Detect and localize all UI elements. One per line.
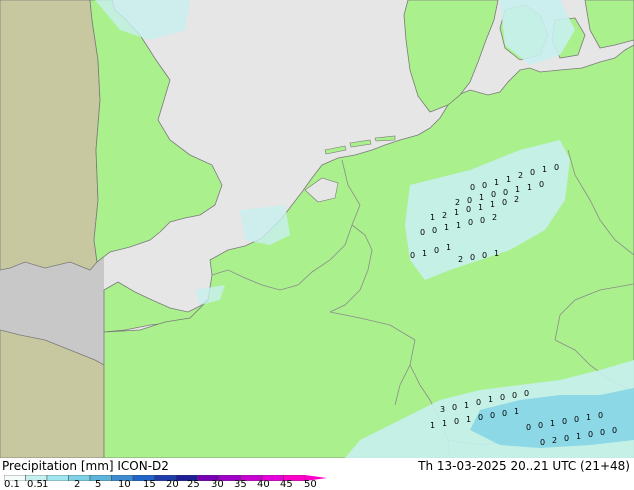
grid-value-label: 1 [422, 249, 427, 258]
grid-value-label: 0 [466, 205, 471, 214]
colorbar-tick-label: 50 [304, 479, 317, 490]
grid-value-label: 0 [490, 411, 495, 420]
grid-value-label: 1 [506, 175, 511, 184]
grid-value-label: 0 [540, 438, 545, 447]
grid-value-label: 2 [442, 211, 447, 220]
grid-value-label: 0 [502, 409, 507, 418]
grid-value-label: 0 [530, 168, 535, 177]
grid-value-label: 0 [554, 163, 559, 172]
colorbar-tick-label: 5 [95, 479, 102, 490]
grid-value-label: 0 [491, 190, 496, 199]
grid-value-label: 1 [479, 193, 484, 202]
grid-value-label: 1 [466, 415, 471, 424]
colorbar-tick-label: 25 [187, 479, 200, 490]
grid-value-label: 0 [598, 411, 603, 420]
colorbar-tick-label: 2 [74, 479, 81, 490]
grid-value-label: 2 [458, 255, 463, 264]
grid-value-label: 3 [440, 405, 445, 414]
grid-value-label: 1 [586, 413, 591, 422]
grid-value-label: 0 [452, 403, 457, 412]
colorbar-segment [46, 475, 69, 481]
grid-value-label: 0 [526, 423, 531, 432]
grid-value-label: 0 [420, 228, 425, 237]
grid-value-label: 1 [488, 395, 493, 404]
grid-value-label: 0 [476, 398, 481, 407]
grid-value-label: 1 [430, 421, 435, 430]
grid-value-label: 1 [490, 200, 495, 209]
grid-value-label: 2 [514, 195, 519, 204]
grid-value-label: 1 [444, 223, 449, 232]
colorbar-tick-label: 15 [143, 479, 156, 490]
great-britain-outside [0, 0, 105, 458]
grid-value-label: 1 [514, 407, 519, 416]
product-label: Precipitation [mm] ICON-D2 [2, 459, 169, 473]
grid-value-label: 1 [478, 203, 483, 212]
grid-value-label: 1 [442, 419, 447, 428]
colorbar-tick-label: 35 [234, 479, 247, 490]
grid-value-label: 2 [492, 213, 497, 222]
colorbar-tick-label: 40 [257, 479, 270, 490]
colorbar-tick-label: 45 [280, 479, 293, 490]
grid-value-label: 1 [464, 401, 469, 410]
grid-value-label: 1 [550, 419, 555, 428]
grid-value-label: 0 [478, 413, 483, 422]
colorbar-tick-label: 0.1 [4, 479, 20, 490]
colorbar-tick-label: 10 [118, 479, 131, 490]
grid-value-label: 1 [456, 221, 461, 230]
grid-value-label: 1 [542, 165, 547, 174]
grid-value-label: 0 [500, 393, 505, 402]
grid-value-label: 0 [432, 226, 437, 235]
grid-value-label: 0 [480, 216, 485, 225]
grid-value-label: 0 [600, 428, 605, 437]
colorbar-tick-label: 0.5 [27, 479, 43, 490]
grid-value-label: 2 [455, 198, 460, 207]
grid-value-label: 0 [467, 196, 472, 205]
grid-value-label: 1 [446, 243, 451, 252]
grid-value-label: 0 [454, 417, 459, 426]
colorbar-tick-label: 1 [42, 479, 49, 490]
grid-value-label: 0 [502, 198, 507, 207]
grid-value-label: 0 [564, 434, 569, 443]
grid-value-label: 1 [454, 208, 459, 217]
grid-value-label: 2 [552, 436, 557, 445]
grid-value-label: 1 [494, 249, 499, 258]
grid-value-label: 1 [430, 213, 435, 222]
grid-value-label: 1 [515, 185, 520, 194]
grid-value-label: 0 [538, 421, 543, 430]
grid-value-label: 0 [468, 218, 473, 227]
grid-value-label: 0 [612, 426, 617, 435]
valid-time-label: Th 13-03-2025 20..21 UTC (21+48) [418, 459, 630, 473]
grid-value-label: 0 [524, 389, 529, 398]
grid-value-label: 0 [512, 391, 517, 400]
colorbar-tick-label: 30 [211, 479, 224, 490]
grid-value-label: 0 [434, 246, 439, 255]
precipitation-map: 0 0 1 1 2 0 1 02 0 1 0 0 1 1 01 2 1 0 1 1 0 20 0 1 1 0 0 20 1 0 12 0 0 13… [0, 0, 634, 458]
grid-value-label: 0 [470, 253, 475, 262]
grid-value-label: 0 [562, 417, 567, 426]
grid-value-label: 0 [482, 181, 487, 190]
grid-value-label: 0 [503, 188, 508, 197]
colorbar-tick-label: 20 [166, 479, 179, 490]
grid-value-label: 1 [576, 432, 581, 441]
grid-value-label: 0 [482, 251, 487, 260]
grid-value-label: 0 [539, 180, 544, 189]
grid-value-label: 0 [574, 415, 579, 424]
grid-value-label: 0 [588, 430, 593, 439]
grid-value-label: 2 [518, 171, 523, 180]
grid-value-label: 0 [470, 183, 475, 192]
grid-value-label: 1 [494, 178, 499, 187]
grid-value-label: 1 [527, 183, 532, 192]
grid-value-label: 0 [410, 251, 415, 260]
